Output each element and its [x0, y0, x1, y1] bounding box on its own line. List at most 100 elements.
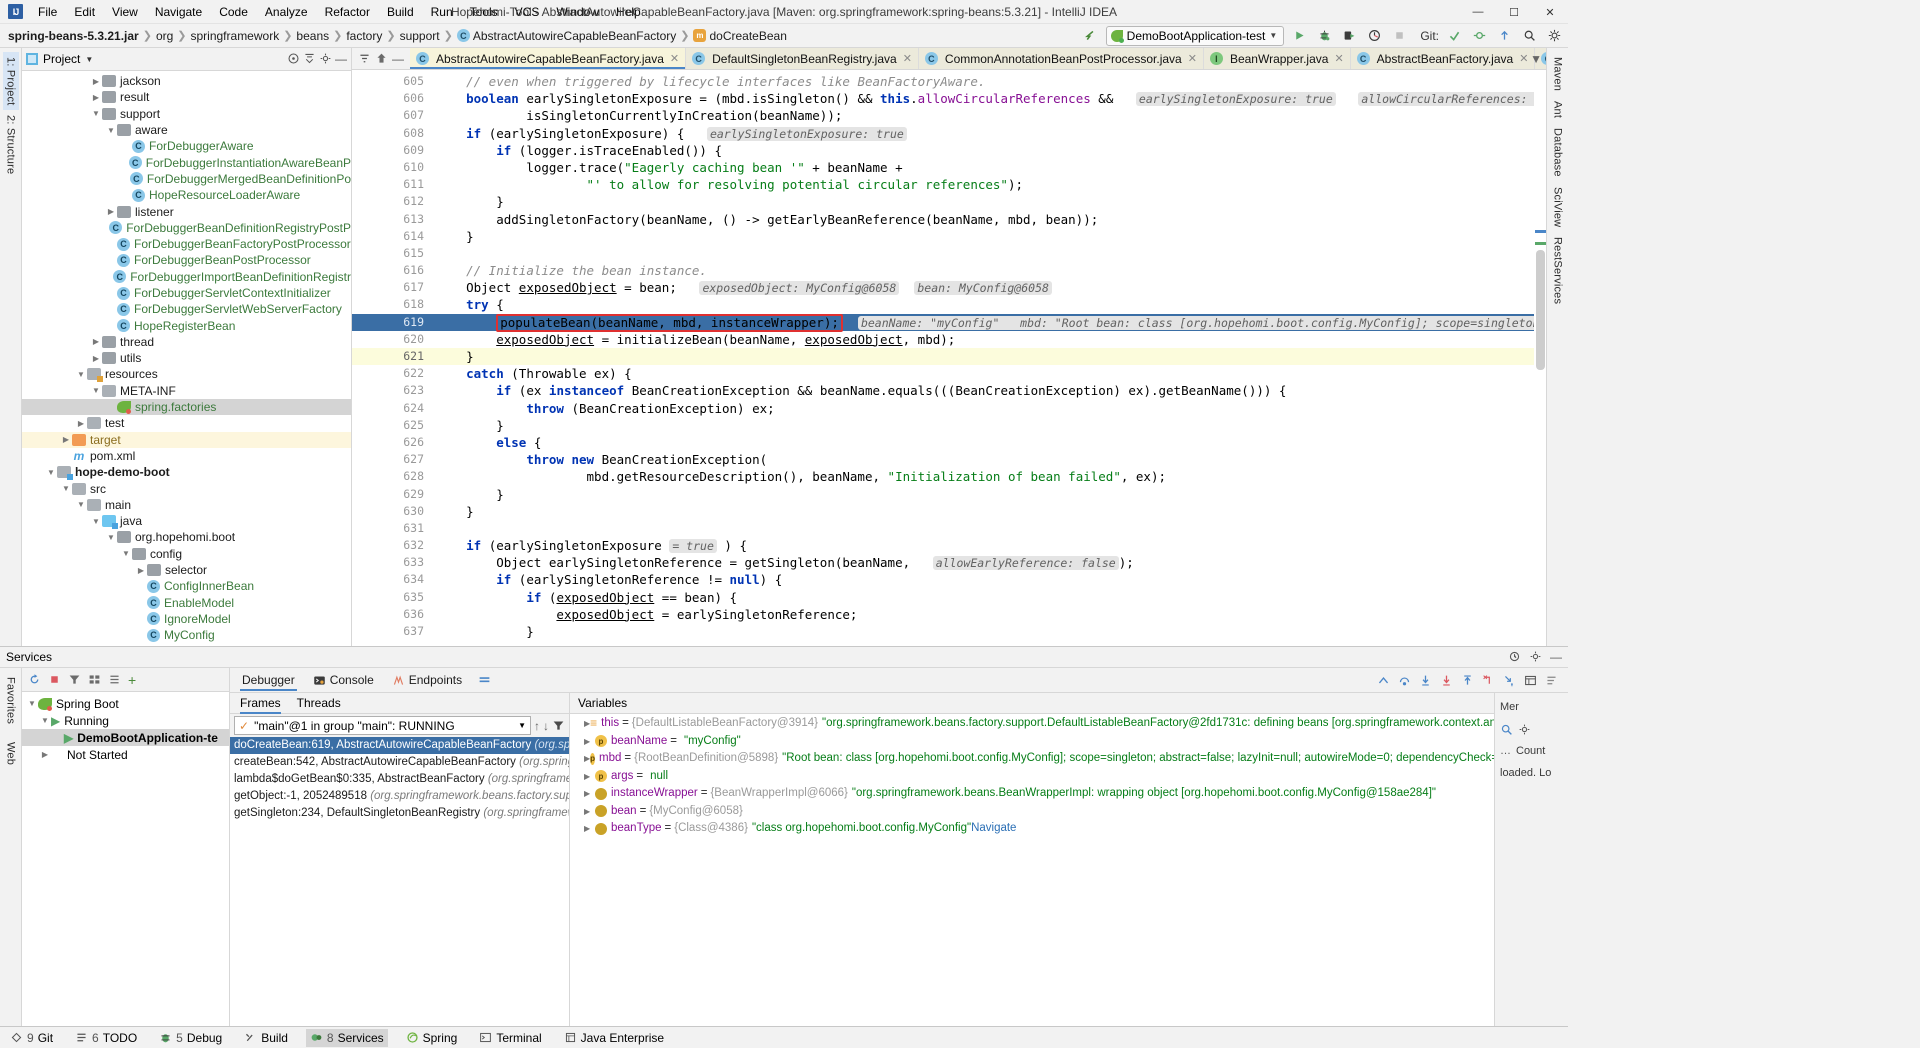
line-number[interactable]: 609 [352, 142, 430, 159]
chevron-down-icon[interactable]: ▼ [60, 484, 72, 493]
variable-row[interactable]: ▶ p args = null [570, 768, 1494, 786]
code-line[interactable]: boolean earlySingletonExposure = (mbd.is… [430, 90, 1546, 107]
project-tree-row[interactable]: spring.factories [22, 398, 351, 416]
minimize-button[interactable]: — [1460, 0, 1496, 24]
gear-icon[interactable] [1544, 26, 1564, 46]
step-into-icon[interactable] [1419, 674, 1432, 687]
variable-row[interactable]: ▶ p mbd = {RootBeanDefinition@5898} "Root bea… [570, 750, 1494, 768]
chevron-right-icon[interactable]: ▶ [90, 77, 102, 86]
editor-vertical-scrollbar[interactable] [1534, 70, 1546, 646]
close-button[interactable]: ✕ [1532, 0, 1568, 24]
code-line[interactable] [430, 245, 1546, 262]
code-line[interactable]: } [430, 486, 1546, 503]
line-number[interactable]: 617 [352, 279, 430, 296]
search-icon[interactable] [1519, 26, 1539, 46]
project-tree-row[interactable]: ▼ config [22, 546, 351, 562]
menu-vcs[interactable]: VCS [507, 2, 548, 22]
frame-up-icon[interactable]: ↑ [534, 719, 540, 733]
project-tree-row[interactable]: C ConfigInnerBean [22, 578, 351, 594]
code-line[interactable]: throw (BeanCreationException) ex; [430, 400, 1546, 417]
menu-run[interactable]: Run [423, 2, 461, 22]
debug-icon[interactable] [1314, 26, 1334, 46]
project-tree-row[interactable]: C ForDebuggerMergedBeanDefinitionPo [22, 171, 351, 187]
project-tree-row[interactable]: C ForDebuggerAware [22, 138, 351, 154]
line-number[interactable]: 626 [352, 434, 430, 451]
sidebar-item-ant[interactable]: Ant [1550, 96, 1566, 123]
tab-console[interactable]: Console [311, 669, 376, 691]
tool-window-java-enterprise[interactable]: Java Enterprise [560, 1029, 668, 1047]
frame-down-icon[interactable]: ↓ [543, 719, 549, 733]
editor-tab[interactable]: C CommonAnnotationBeanPostProcessor.java ✕ [918, 48, 1204, 69]
line-number[interactable]: 620 [352, 331, 430, 348]
menu-file[interactable]: File [30, 2, 65, 22]
code-line[interactable]: if (earlySingletonReference != null) { [430, 571, 1546, 588]
stop-icon[interactable] [1389, 26, 1409, 46]
frame-row[interactable]: getObject:-1, 2052489518 (org.springfram… [230, 788, 569, 805]
breadcrumb-support[interactable]: support [400, 29, 440, 43]
project-tree[interactable]: ▶ jackson ▶ result ▼ support ▼ aware C ForDebugge… [22, 71, 351, 646]
breadcrumb-class[interactable]: AbstractAutowireCapableBeanFactory [473, 29, 676, 43]
chevron-right-icon[interactable]: ▶ [584, 820, 595, 838]
variable-action-link[interactable]: Navigate [971, 820, 1016, 838]
tool-window-build[interactable]: Build [240, 1029, 292, 1047]
chevron-down-icon[interactable]: ▼ [105, 533, 117, 542]
stop-icon[interactable] [48, 673, 61, 686]
services-tree-row[interactable]: ▼ Spring Boot [22, 695, 229, 712]
search-icon[interactable] [1500, 723, 1513, 736]
target-icon[interactable] [287, 52, 300, 66]
expand-icon[interactable] [108, 673, 121, 686]
chevron-right-icon[interactable]: ▶ [90, 93, 102, 102]
services-tree[interactable]: ▼ Spring Boot ▼ ▶ Running ▶ DemoBootApplicatio… [22, 692, 229, 1026]
frames-list[interactable]: doCreateBean:619, AbstractAutowireCapabl… [230, 737, 569, 1026]
close-icon[interactable]: ✕ [1188, 52, 1197, 65]
restore-layout-icon[interactable] [1377, 674, 1390, 687]
hide-panel-icon[interactable]: — [1550, 650, 1562, 664]
project-tree-row[interactable]: ▶ result [22, 89, 351, 105]
code-line[interactable]: exposedObject = initializeBean(beanName,… [430, 331, 1546, 348]
tool-window-git[interactable]: 9 Git [6, 1029, 57, 1047]
evaluate-icon[interactable] [1524, 674, 1537, 687]
back-arrow-icon[interactable] [1081, 26, 1101, 46]
code-content[interactable]: // even when triggered by lifecycle inte… [430, 70, 1546, 646]
run-to-cursor-icon[interactable] [1503, 674, 1516, 687]
frame-row[interactable]: lambda$doGetBean$0:335, AbstractBeanFact… [230, 771, 569, 788]
menu-help[interactable]: Help [608, 2, 649, 22]
hide-panel-icon[interactable]: — [335, 52, 347, 66]
code-line[interactable]: addSingletonFactory(beanName, () -> getE… [430, 211, 1546, 228]
project-tree-row[interactable]: C ForDebuggerImportBeanDefinitionRegistr [22, 269, 351, 285]
chevron-right-icon[interactable]: ▶ [60, 435, 72, 444]
debugger-step-toolbar[interactable] [1377, 674, 1558, 687]
locate-icon[interactable] [375, 52, 388, 65]
chevron-down-icon[interactable]: ▼ [85, 55, 93, 64]
tab-frames[interactable]: Frames [240, 693, 281, 714]
chevron-right-icon[interactable]: ▶ [584, 733, 595, 751]
editor-tab[interactable]: C AbstractAutowireCapableBeanFactory.java… [410, 48, 687, 69]
variable-row[interactable]: ▶ ≡ this = {DefaultListableBeanFactory@3914}… [570, 715, 1494, 733]
chevron-down-icon[interactable]: ▼ [90, 517, 102, 526]
chevron-down-icon[interactable]: ▼ [90, 109, 102, 118]
code-line[interactable]: } [430, 228, 1546, 245]
layout-icon[interactable] [478, 674, 491, 687]
line-number[interactable]: 632 [352, 537, 430, 554]
code-line[interactable]: isSingletonCurrentlyInCreation(beanName)… [430, 107, 1546, 124]
chevron-down-icon[interactable]: ▼ [105, 126, 117, 135]
line-number[interactable]: 628 [352, 468, 430, 485]
code-line[interactable]: if (earlySingletonExposure) { earlySingl… [430, 125, 1546, 142]
code-line[interactable]: // even when triggered by lifecycle inte… [430, 73, 1546, 90]
add-icon[interactable]: + [128, 672, 136, 688]
menu-code[interactable]: Code [211, 2, 256, 22]
collapse-all-icon[interactable] [303, 52, 316, 66]
line-number[interactable]: 635 [352, 589, 430, 606]
sidebar-item-restservices[interactable]: RestServices [1550, 232, 1566, 309]
line-number[interactable]: 622 [352, 365, 430, 382]
code-line[interactable]: Object exposedObject = bean; exposedObje… [430, 279, 1546, 296]
chevron-down-icon[interactable]: ▼ [120, 549, 132, 558]
chevron-down-icon[interactable]: ▼ [39, 716, 51, 725]
close-icon[interactable]: ✕ [1334, 52, 1343, 65]
code-line[interactable]: exposedObject = earlySingletonReference; [430, 606, 1546, 623]
dots-icon[interactable]: … [1500, 745, 1511, 757]
window-controls[interactable]: — ☐ ✕ [1460, 0, 1568, 24]
chevron-right-icon[interactable]: ▶ [105, 207, 117, 216]
chevron-right-icon[interactable]: ▶ [584, 785, 595, 803]
project-panel-title[interactable]: Project [43, 52, 80, 66]
